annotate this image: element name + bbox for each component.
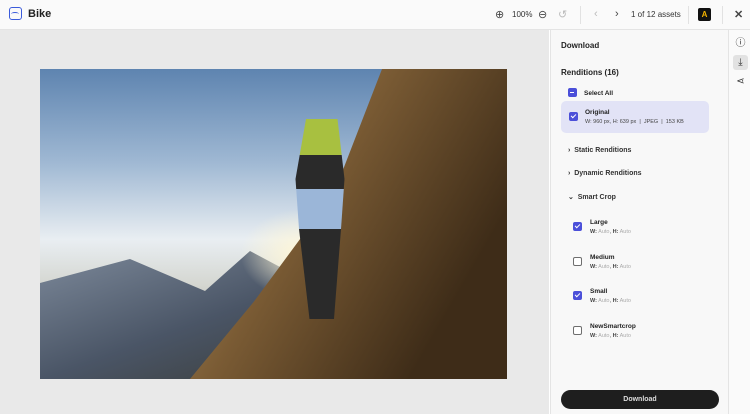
original-meta: W: 960 px, H: 639 px | JPEG | 153 KB: [585, 119, 684, 125]
w-label: W:: [590, 298, 597, 304]
info-icon[interactable]: ⓘ: [733, 36, 748, 51]
smart-crop-checkbox[interactable]: [573, 291, 582, 300]
label: Static Renditions: [574, 147, 632, 154]
w-value: Auto: [598, 229, 610, 235]
close-icon[interactable]: ✕: [734, 8, 743, 21]
image-viewer: [0, 30, 549, 414]
asset-counter: 1 of 12 assets: [631, 10, 681, 19]
smart-crop-label: Large: [590, 219, 608, 226]
w-label: W:: [590, 263, 597, 270]
share-icon[interactable]: ⋖: [733, 74, 748, 89]
asset-image: [40, 69, 507, 379]
w-value: Auto: [598, 332, 610, 339]
adobe-app-icon[interactable]: A: [698, 8, 711, 21]
smart-crop-checkbox[interactable]: [573, 222, 582, 231]
zoom-level: 100%: [512, 10, 533, 19]
format: JPEG: [643, 119, 659, 125]
smart-crop-label: NewSmartcrop: [590, 322, 636, 330]
divider: [580, 6, 581, 24]
previous-icon[interactable]: ‹: [594, 8, 598, 20]
w-label: W:: [590, 229, 597, 235]
h-label: H:: [612, 332, 619, 339]
divider: [688, 6, 689, 24]
select-all-checkbox[interactable]: [568, 88, 577, 97]
smart-crop-size: W: Auto, H: Auto: [590, 263, 631, 270]
h-value: Auto: [619, 229, 631, 235]
original-checkbox[interactable]: [569, 112, 578, 121]
smart-crop-label: Small: [590, 288, 608, 295]
w-value: Auto: [598, 298, 610, 304]
w-value: Auto: [598, 263, 610, 270]
download-icon[interactable]: ⤓: [733, 55, 748, 70]
dims: W: 960 px, H: 639 px: [585, 119, 637, 125]
smart-crop-size: W: Auto, H: Auto: [590, 229, 631, 235]
h-label: H:: [612, 263, 619, 270]
w-label: W:: [590, 332, 597, 339]
smart-crop-checkbox[interactable]: [573, 256, 582, 266]
right-rail: ⓘ ⤓ ⋖: [728, 30, 750, 414]
zoom-in-icon[interactable]: ⊕: [495, 8, 504, 21]
h-value: Auto: [619, 298, 631, 304]
original-label: Original: [585, 109, 610, 116]
download-button[interactable]: Download: [561, 390, 719, 409]
h-value: Auto: [619, 332, 631, 339]
smart-crop-size: W: Auto, H: Auto: [590, 332, 631, 339]
image-icon: [9, 7, 22, 20]
static-renditions-toggle[interactable]: › Static Renditions: [568, 147, 631, 154]
divider: [722, 6, 723, 24]
select-all-label: Select All: [584, 90, 614, 97]
label: Dynamic Renditions: [574, 170, 642, 177]
h-label: H:: [612, 229, 619, 235]
h-label: H:: [612, 298, 619, 304]
panel-title: Download: [561, 41, 600, 50]
renditions-heading: Renditions (16): [561, 68, 619, 77]
dynamic-renditions-toggle[interactable]: › Dynamic Renditions: [568, 170, 642, 177]
smart-crop-checkbox[interactable]: [573, 325, 582, 335]
smart-crop-size: W: Auto, H: Auto: [590, 298, 631, 304]
top-bar: Bike ⊕ 100% ⊖ ↺ ‹ › 1 of 12 assets A ✕: [0, 0, 750, 30]
original-rendition[interactable]: Original W: 960 px, H: 639 px | JPEG | 1…: [561, 101, 709, 133]
next-icon[interactable]: ›: [615, 8, 619, 20]
reset-zoom-icon[interactable]: ↺: [558, 8, 567, 21]
zoom-out-icon[interactable]: ⊖: [538, 8, 547, 21]
size: 153 KB: [665, 119, 684, 125]
title-text: Bike: [28, 7, 52, 20]
label: Smart Crop: [577, 194, 616, 201]
download-panel: Download Renditions (16) Select All Orig…: [550, 30, 728, 414]
asset-title: Bike: [9, 7, 51, 20]
h-value: Auto: [619, 263, 631, 270]
smart-crop-label: Medium: [590, 253, 615, 261]
smart-crop-toggle[interactable]: ⌄ Smart Crop: [568, 193, 616, 201]
